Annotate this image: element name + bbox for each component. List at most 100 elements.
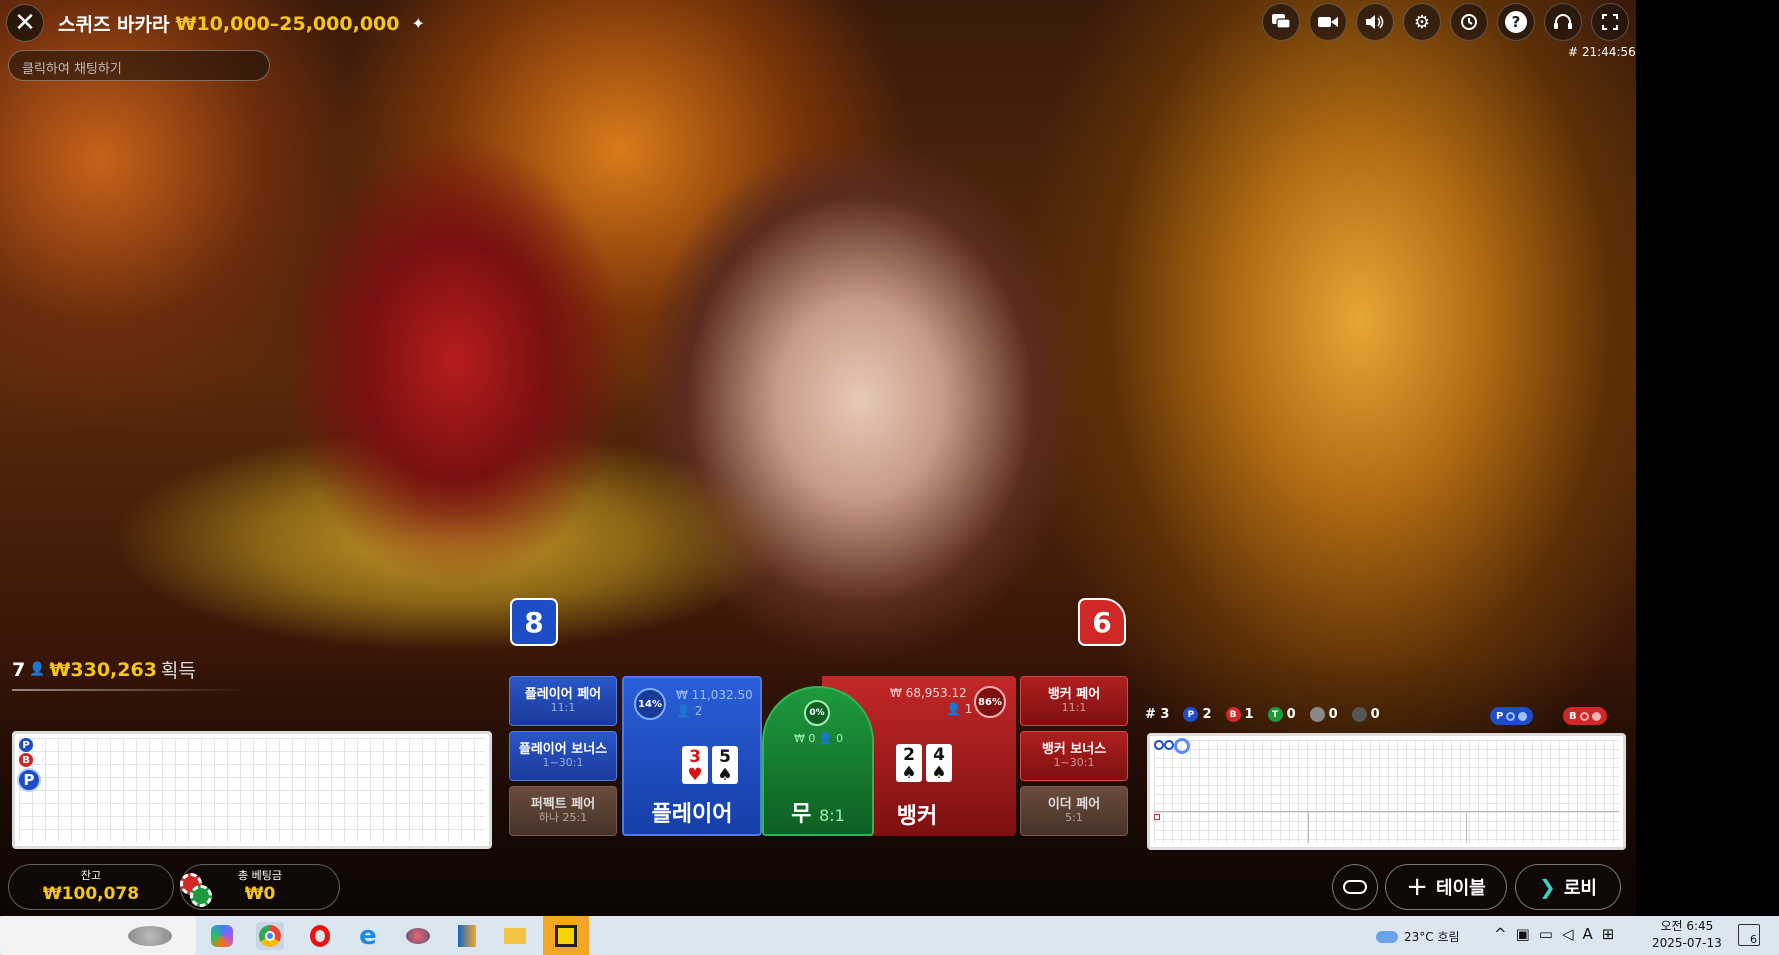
display-icon[interactable]: ▭ [1539, 925, 1553, 943]
road-player-mark-latest [1174, 738, 1190, 754]
help-icon[interactable]: ? [1497, 3, 1535, 41]
predict-label: B [1569, 710, 1577, 722]
plus-icon: + [1406, 872, 1429, 902]
notification-count: 6 [1750, 933, 1757, 946]
tie-count-value: 0 [836, 732, 844, 745]
clock-date: 2025-07-13 [1652, 936, 1722, 950]
stat-player: P2 [1183, 707, 1212, 722]
network-icon[interactable]: ▣ [1516, 925, 1530, 943]
cloud-icon [1376, 930, 1398, 943]
banker-card-2: 4 ♠ [926, 744, 952, 782]
bet-label: 플레이어 보너스 [518, 741, 608, 757]
card-suit: ♠ [931, 763, 947, 783]
video-icon[interactable] [1309, 3, 1347, 41]
stat-value: 0 [1286, 707, 1296, 722]
banker-pair-bet[interactable]: 뱅커 페어 11:1 [1020, 676, 1128, 726]
opera-icon[interactable] [306, 922, 334, 950]
either-pair-bet[interactable]: 이더 페어 5:1 [1020, 786, 1128, 836]
chips-icon[interactable] [178, 873, 214, 909]
taskbar-search-area[interactable] [0, 916, 196, 955]
tie-label-text: 무 [791, 802, 812, 827]
speaker-icon[interactable]: ◁ [1562, 925, 1574, 943]
bet-label: 이더 페어 [1047, 796, 1101, 812]
tie-total: ₩ 0 👤 0 [794, 732, 844, 745]
sticky-app-icon[interactable] [543, 916, 589, 955]
card-rank: 2 [903, 745, 915, 765]
copilot-icon[interactable] [208, 922, 236, 950]
weather-widget[interactable]: 23°C 흐림 [1376, 928, 1460, 945]
player-bet-spot[interactable]: 14% ₩ 11,032.50 👤 2 3 ♥ 5 ♠ 플레이어 [622, 676, 762, 836]
roadmap-stats: # 3 P2 B1 T0 0 0 [1145, 707, 1380, 722]
player-score: 8 [510, 598, 558, 646]
chrome-icon[interactable] [256, 922, 284, 950]
keyboard-icon[interactable]: ⊞ [1602, 925, 1615, 943]
player-pair-bet[interactable]: 플레이어 페어 11:1 [509, 676, 617, 726]
close-icon[interactable]: ✕ [6, 4, 44, 42]
banker-pair-icon [1351, 707, 1367, 722]
player-percent: 14% [634, 688, 666, 720]
edge-icon[interactable]: e [354, 921, 382, 951]
road-divider [1154, 811, 1619, 812]
notification-icon[interactable]: 6 [1738, 924, 1760, 946]
tie-odds: 8:1 [819, 806, 845, 825]
bead-player-latest: P [17, 768, 41, 792]
banker-predict-button[interactable]: B [1563, 707, 1607, 725]
headset-icon[interactable] [1544, 3, 1582, 41]
player-bonus-bet[interactable]: 플레이어 보너스 1~30:1 [509, 731, 617, 781]
tie-total-value: ₩ 0 [794, 732, 816, 745]
system-tray: ^ ▣ ▭ ◁ A ⊞ [1494, 925, 1614, 943]
winnings-label: 획득 [160, 660, 196, 682]
card-rank: 4 [933, 745, 945, 765]
live-video-stage: ✕ 스퀴즈 바카라 ₩10,000–25,000,000 ✦ 클릭하여 채팅하기… [0, 0, 1636, 916]
player-label: 플레이어 [651, 802, 733, 827]
pin-icon[interactable]: ✦ [411, 14, 424, 33]
big-road[interactable] [1147, 733, 1626, 850]
history-icon[interactable] [1450, 3, 1488, 41]
chat-icon[interactable] [1262, 3, 1300, 41]
stat-banker-pair: 0 [1351, 707, 1380, 722]
weather-text: 23°C 흐림 [1404, 930, 1460, 944]
bet-label: 플레이어 페어 [524, 686, 602, 702]
video-quality-button[interactable] [1332, 864, 1378, 910]
bet-label: 뱅커 페어 [1047, 686, 1101, 702]
chat-input[interactable]: 클릭하여 채팅하기 [8, 50, 270, 81]
bet-odds: 하나 25:1 [538, 811, 588, 825]
banker-bonus-bet[interactable]: 뱅커 보너스 1~30:1 [1020, 731, 1128, 781]
banker-score: 6 [1078, 598, 1126, 646]
book-icon[interactable] [453, 922, 481, 950]
bead-road[interactable]: P B P [12, 731, 492, 849]
stat-value: 2 [1202, 707, 1212, 722]
bet-odds: 1~30:1 [542, 756, 584, 770]
bead-banker: B [19, 753, 33, 767]
add-table-button[interactable]: + 테이블 [1385, 864, 1507, 910]
perfect-pair-bet[interactable]: 퍼펙트 페어 하나 25:1 [509, 786, 617, 836]
tie-label: 무 8:1 [764, 796, 872, 828]
lobby-label: 로비 [1563, 878, 1597, 899]
table-name: 스퀴즈 바카라 [58, 14, 170, 36]
balance-display: 잔고 ₩100,078 [8, 864, 174, 910]
stat-banker: B1 [1225, 707, 1254, 722]
ime-indicator[interactable]: A [1583, 925, 1593, 943]
taskbar-clock[interactable]: 오전 6:45 2025-07-13 [1652, 918, 1722, 952]
file-explorer-icon[interactable] [501, 922, 529, 950]
road-divider [1466, 811, 1467, 843]
tie-bet-spot[interactable]: 0% ₩ 0 👤 0 무 8:1 [762, 686, 874, 836]
banker-card-1: 2 ♠ [896, 744, 922, 782]
road-banker-mark [1154, 814, 1160, 820]
road-divider [1308, 811, 1309, 843]
volume-icon[interactable] [1356, 3, 1394, 41]
player-card-1: 3 ♥ [682, 746, 708, 784]
lobby-button[interactable]: ❯ 로비 [1515, 864, 1621, 910]
fullscreen-icon[interactable] [1591, 3, 1629, 41]
road-player-mark [1154, 740, 1164, 750]
app-icon[interactable] [404, 922, 432, 950]
banker-percent: 86% [974, 686, 1006, 718]
chevron-up-icon[interactable]: ^ [1494, 925, 1507, 943]
player-count-value: 2 [694, 704, 703, 718]
player-predict-button[interactable]: P [1490, 707, 1534, 725]
round-timestamp: # 21:44:56 [1568, 45, 1636, 59]
card-rank: 3 [689, 747, 701, 767]
predict-circle-icon [1506, 711, 1516, 721]
tie-badge-icon: T [1267, 707, 1283, 722]
gear-icon[interactable]: ⚙ [1403, 3, 1441, 41]
